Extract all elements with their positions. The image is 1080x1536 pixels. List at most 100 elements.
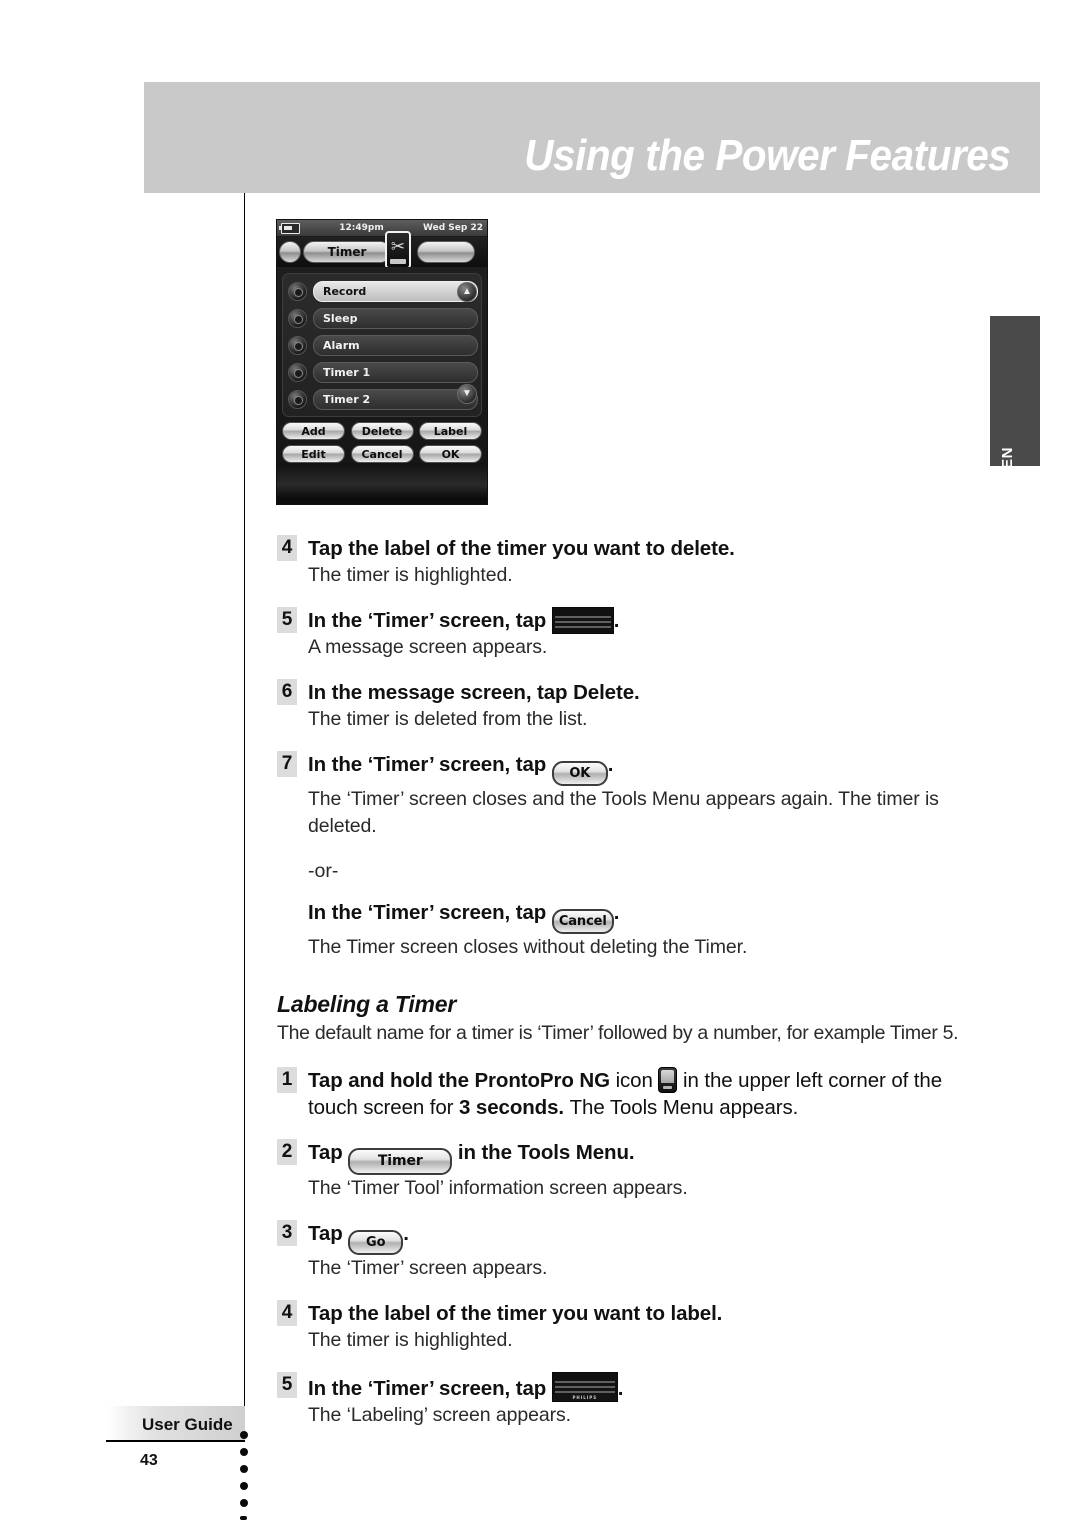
step-number: 5 bbox=[277, 607, 297, 633]
step-body: Tap the label of the timer you want to d… bbox=[308, 535, 977, 589]
step-item: 6 In the message screen, tap Delete. The… bbox=[277, 679, 977, 733]
step-instruction: In the ‘Timer’ screen, tap Cancel. bbox=[308, 899, 977, 934]
step-number: 6 bbox=[277, 679, 297, 705]
list-item-label[interactable]: Alarm bbox=[313, 334, 478, 356]
step-body: In the ‘Timer’ screen, tap OK. The ‘Time… bbox=[308, 751, 977, 840]
timer-toggle-knob[interactable] bbox=[288, 389, 307, 409]
step-instruction-text-5: The Tools Menu appears. bbox=[569, 1096, 799, 1119]
rail-dot bbox=[240, 1431, 248, 1439]
labeling-screen-thumbnail: PHILIPS bbox=[551, 1372, 618, 1402]
device-tab-timer[interactable]: Timer bbox=[303, 241, 391, 263]
language-side-tab-label: EN bbox=[999, 447, 1016, 469]
device-screenshot-timer-screen: 12:49pm Wed Sep 22 Timer ✂ Record Sleep … bbox=[276, 219, 488, 505]
list-item-label[interactable]: Timer 1 bbox=[313, 361, 478, 383]
step-instruction-text: In the ‘Timer’ screen, tap bbox=[308, 609, 547, 632]
step-instruction-text-2: in the Tools Menu. bbox=[457, 1141, 635, 1164]
timer-toggle-knob[interactable] bbox=[288, 362, 307, 382]
or-divider: -or- bbox=[308, 860, 339, 882]
step-item: 7 In the ‘Timer’ screen, tap OK. The ‘Ti… bbox=[277, 751, 977, 840]
prontopro-device-icon bbox=[658, 1067, 678, 1093]
list-item-label[interactable]: Sleep bbox=[313, 307, 478, 329]
device-status-bar: 12:49pm Wed Sep 22 bbox=[277, 220, 487, 237]
step-number: 4 bbox=[277, 1300, 297, 1326]
timer-toggle-knob[interactable] bbox=[288, 308, 307, 328]
list-item[interactable]: Alarm bbox=[286, 332, 478, 358]
step-number: 5 bbox=[277, 1372, 297, 1398]
inline-ok-button[interactable]: OK bbox=[551, 761, 608, 786]
step-number: 1 bbox=[277, 1067, 297, 1093]
step-instruction: Tap the label of the timer you want to l… bbox=[308, 1302, 723, 1325]
list-item[interactable]: Timer 2 bbox=[286, 386, 478, 412]
step-instruction-punct: . bbox=[403, 1222, 409, 1245]
step-body: Tap Go. The ‘Timer’ screen appears. bbox=[308, 1220, 977, 1282]
step-number: 2 bbox=[277, 1139, 297, 1165]
list-item[interactable]: Sleep bbox=[286, 305, 478, 331]
step-instruction: Tap the label of the timer you want to d… bbox=[308, 537, 735, 560]
device-delete-button[interactable]: Delete bbox=[350, 422, 414, 440]
step-body: Tap and hold the ProntoPro NG icon in th… bbox=[308, 1067, 977, 1121]
device-button-row-1: Add Delete Label bbox=[282, 422, 482, 440]
list-item[interactable]: Timer 1 bbox=[286, 359, 478, 385]
footer-dot-rail bbox=[240, 1431, 249, 1536]
device-tab-left[interactable] bbox=[279, 241, 301, 263]
step-instruction-text: In the ‘Timer’ screen, tap bbox=[308, 1377, 547, 1400]
step-item: 4 Tap the label of the timer you want to… bbox=[277, 535, 977, 589]
wrench-device-icon[interactable]: ✂ bbox=[385, 231, 411, 269]
step-instruction-punct: . bbox=[607, 753, 614, 776]
step-result: The timer is deleted from the list. bbox=[308, 708, 588, 730]
rail-dot bbox=[240, 1499, 248, 1507]
device-label-button[interactable]: Label bbox=[419, 422, 482, 440]
device-tab-timer-label: Timer bbox=[327, 245, 367, 259]
step-instruction-text-4: touch screen for bbox=[308, 1096, 454, 1119]
step-number: 4 bbox=[277, 535, 297, 561]
step-instruction-text-2: icon bbox=[615, 1069, 653, 1092]
page-number: 43 bbox=[140, 1452, 158, 1469]
timer-toggle-knob[interactable] bbox=[288, 281, 307, 301]
step-instruction-punct: . bbox=[634, 681, 640, 704]
step-result: The timer is highlighted. bbox=[308, 564, 513, 586]
device-edit-button[interactable]: Edit bbox=[282, 445, 345, 463]
device-timer-list-panel: Record Sleep Alarm Timer 1 Timer 2 ▲ ▼ bbox=[282, 273, 482, 417]
step-number: 3 bbox=[277, 1220, 297, 1246]
message-screen-thumbnail bbox=[551, 607, 614, 634]
step-instruction-emphasis: Delete bbox=[573, 681, 635, 704]
device-tab-right[interactable] bbox=[417, 241, 475, 263]
device-bottom-bezel bbox=[277, 463, 487, 499]
step-instruction: Tap Timer in the Tools Menu. bbox=[308, 1139, 977, 1175]
page-header-band: Using the Power Features bbox=[144, 82, 1040, 193]
arrow-down-icon[interactable]: ▼ bbox=[457, 384, 477, 404]
list-item[interactable]: Record bbox=[286, 278, 478, 304]
language-side-tab: EN bbox=[990, 316, 1040, 469]
device-ok-button[interactable]: OK bbox=[419, 445, 482, 463]
list-item-label[interactable]: Timer 2 bbox=[313, 388, 478, 410]
step-body: In the ‘Timer’ screen, tap PHILIPS . The… bbox=[308, 1372, 977, 1429]
step-instruction-punct: . bbox=[617, 1377, 624, 1400]
step-instruction: Tap and hold the ProntoPro NG icon in th… bbox=[308, 1067, 977, 1121]
step-item: 4 Tap the label of the timer you want to… bbox=[277, 1300, 977, 1354]
list-item-label[interactable]: Record bbox=[313, 280, 478, 302]
step-instruction-text: Tap bbox=[308, 1141, 343, 1164]
step-result: The ‘Timer Tool’ information screen appe… bbox=[308, 1177, 688, 1199]
step-instruction: In the message screen, tap Delete. bbox=[308, 679, 977, 706]
thumbnail-brand-caption: PHILIPS bbox=[552, 1395, 617, 1401]
step-instruction-text: In the ‘Timer’ screen, tap bbox=[308, 901, 547, 924]
arrow-up-icon[interactable]: ▲ bbox=[457, 282, 477, 302]
step-body: Tap Timer in the Tools Menu. The ‘Timer … bbox=[308, 1139, 977, 1202]
timer-toggle-knob[interactable] bbox=[288, 335, 307, 355]
step-result: The ‘Labeling’ screen appears. bbox=[308, 1404, 571, 1426]
step-result: The timer is highlighted. bbox=[308, 1329, 513, 1351]
footer-label: User Guide bbox=[142, 1415, 233, 1434]
step-instruction-text: Tap bbox=[308, 1222, 343, 1245]
inline-cancel-button[interactable]: Cancel bbox=[551, 909, 614, 934]
step-instruction: In the ‘Timer’ screen, tap PHILIPS . bbox=[308, 1372, 977, 1402]
step-instruction-punct: . bbox=[613, 609, 620, 632]
section-intro-text: The default name for a timer is ‘Timer’ … bbox=[277, 1022, 959, 1044]
inline-timer-button[interactable]: Timer bbox=[348, 1148, 453, 1175]
device-add-button[interactable]: Add bbox=[282, 422, 345, 440]
step-instruction-text-3: in the upper left corner of the bbox=[683, 1069, 943, 1092]
inline-go-button[interactable]: Go bbox=[348, 1230, 404, 1255]
step-instruction-text: In the ‘Timer’ screen, tap bbox=[308, 753, 547, 776]
or-alternative-step: In the ‘Timer’ screen, tap Cancel. The T… bbox=[308, 899, 977, 961]
instructions-content: 4 Tap the label of the timer you want to… bbox=[277, 535, 977, 1447]
device-cancel-button[interactable]: Cancel bbox=[350, 445, 414, 463]
